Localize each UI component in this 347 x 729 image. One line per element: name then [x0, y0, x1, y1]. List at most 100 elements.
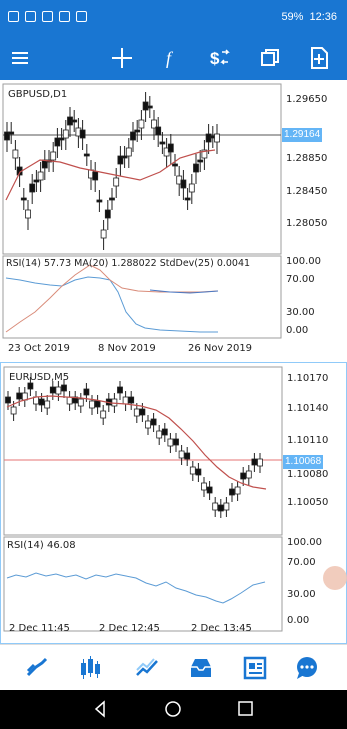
- windows-icon[interactable]: [256, 44, 284, 72]
- candle-body: [159, 141, 166, 145]
- gbpusd-stddev-line: [5, 264, 219, 333]
- candle-body: [245, 470, 252, 479]
- quotes-icon[interactable]: [22, 653, 52, 683]
- candle-body: [155, 126, 162, 136]
- status-bar: 59% 12:36: [0, 0, 347, 36]
- recents-icon[interactable]: [238, 701, 253, 716]
- chart-gbpusd[interactable]: GBPUSD,D1 RSI(14) 57.73 MA(20) 1.288022 …: [0, 80, 347, 362]
- crosshair-icon[interactable]: [108, 44, 136, 72]
- candle-body: [50, 151, 57, 161]
- candle-body: [25, 209, 31, 219]
- home-icon[interactable]: [165, 701, 181, 717]
- trade-icon[interactable]: [132, 653, 162, 683]
- candle-body: [113, 177, 120, 187]
- floating-handle[interactable]: [323, 566, 347, 590]
- notification-icon: [59, 11, 70, 22]
- x-tick: 23 Oct 2019: [8, 343, 70, 354]
- battery-percent: 59%: [281, 11, 304, 23]
- system-nav-bar: [0, 690, 347, 729]
- candle-body: [178, 450, 185, 459]
- history-icon[interactable]: [186, 653, 216, 683]
- candle-body: [109, 197, 115, 201]
- notification-icon: [25, 11, 36, 22]
- candle-body: [12, 149, 19, 159]
- candle-body: [134, 129, 141, 133]
- candle-body: [240, 472, 247, 480]
- candle-body: [62, 129, 69, 139]
- menu-icon[interactable]: [6, 44, 34, 72]
- candle-body: [125, 147, 132, 157]
- candle-body: [223, 502, 230, 511]
- candle-body: [66, 396, 73, 405]
- chart-icon[interactable]: [76, 653, 106, 683]
- svg-text:f: f: [166, 48, 174, 68]
- status-left-icons: [8, 11, 87, 22]
- candle-body: [201, 482, 207, 491]
- trade-icon[interactable]: $: [206, 44, 234, 72]
- x-tick: 2 Dec 11:45: [9, 623, 70, 634]
- candle-body: [128, 396, 135, 404]
- candle-body: [89, 400, 95, 409]
- candle-body: [188, 183, 195, 193]
- candle-body: [83, 388, 90, 396]
- candle-body: [184, 197, 191, 201]
- candle-body: [104, 209, 111, 219]
- y-tick: 1.10080: [287, 469, 329, 480]
- gbpusd-rsi-line: [5, 276, 218, 333]
- candle-body: [172, 163, 178, 167]
- candle-body: [61, 384, 67, 392]
- candle-body: [217, 504, 224, 512]
- candle-body: [27, 382, 34, 390]
- ind-tick: 30.00: [286, 307, 315, 318]
- eurusd-indicator-label: RSI(14) 46.08: [7, 540, 76, 551]
- candle-body: [195, 468, 202, 476]
- indicators-icon[interactable]: f: [158, 44, 186, 72]
- candle-body: [49, 386, 56, 394]
- x-tick: 2 Dec 13:45: [191, 623, 252, 634]
- y-tick: 1.10050: [287, 497, 329, 508]
- candle-body: [117, 386, 123, 394]
- candle-body: [206, 486, 213, 494]
- candle-body: [139, 408, 146, 416]
- candle-body: [83, 153, 90, 157]
- back-icon[interactable]: [94, 700, 105, 718]
- candle-body: [251, 458, 258, 466]
- ind-tick: 0.00: [287, 615, 310, 626]
- status-right: 59% 12:36: [281, 11, 337, 23]
- news-icon[interactable]: [240, 653, 270, 683]
- candle-body: [161, 428, 168, 436]
- chat-icon[interactable]: [292, 653, 322, 683]
- notification-icon: [8, 11, 19, 22]
- candle-body: [44, 400, 51, 409]
- notification-icon: [76, 11, 87, 22]
- candle-body: [156, 430, 163, 439]
- candle-body: [214, 133, 220, 143]
- x-tick: 8 Nov 2019: [98, 343, 156, 354]
- candle-body: [71, 119, 78, 123]
- ind-tick: 100.00: [287, 537, 322, 548]
- y-tick: 1.10140: [287, 403, 329, 414]
- y-tick: 1.10170: [287, 373, 329, 384]
- candle-body: [100, 410, 107, 419]
- candle-body: [20, 197, 27, 201]
- candle-body: [234, 486, 241, 495]
- candle-body: [16, 392, 23, 400]
- clock: 12:36: [309, 11, 337, 23]
- candle-body: [55, 386, 62, 395]
- chart-eurusd[interactable]: EURUSD,M5 RSI(14) 46.08 1.10170 1.10140 …: [0, 362, 347, 644]
- eurusd-symbol-label: EURUSD,M5: [9, 372, 70, 383]
- y-tick: 1.29650: [286, 94, 328, 105]
- bottom-nav: [0, 644, 347, 690]
- ind-tick: 70.00: [287, 557, 316, 568]
- current-price-tag: 1.10068: [283, 455, 324, 469]
- top-toolbar: f $: [0, 36, 347, 80]
- candle-body: [212, 502, 219, 511]
- svg-text:$: $: [210, 49, 220, 68]
- candle-body: [145, 420, 151, 429]
- candle-body: [79, 129, 86, 139]
- candle-body: [189, 466, 196, 475]
- gbpusd-symbol-label: GBPUSD,D1: [8, 89, 68, 100]
- new-document-icon[interactable]: [305, 44, 333, 72]
- y-tick: 1.28050: [286, 218, 328, 229]
- candle-body: [193, 163, 199, 173]
